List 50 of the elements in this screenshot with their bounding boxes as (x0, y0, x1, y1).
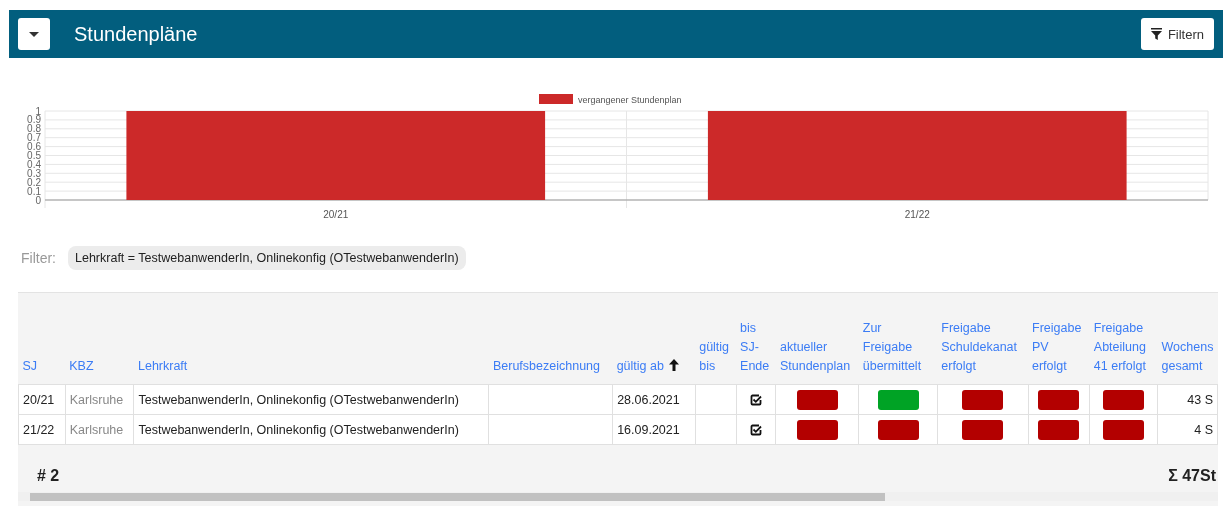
legend-item: vergangener Stundenplan (539, 94, 682, 105)
column-header[interactable]: Freigabe Schuldekanat erfolgt (941, 319, 1024, 376)
horizontal-scrollbar[interactable] (18, 492, 1218, 501)
column-header[interactable]: KBZ (69, 357, 94, 376)
y-tick-label: 0 (35, 194, 41, 206)
row-count: # 2 (37, 467, 60, 485)
y-tick-label: 0.2 (27, 176, 41, 188)
y-tick-label: 0.4 (27, 158, 41, 170)
table-cell-text: 43 S (1187, 392, 1213, 407)
table-cell-text: Karlsruhe (69, 422, 124, 437)
table-cell-text: 20/21 (23, 392, 55, 407)
y-tick-label: 0.8 (27, 123, 41, 135)
column-header[interactable]: SJ (22, 357, 38, 376)
page-title: Stundenpläne (74, 22, 199, 46)
table-cell-text: TestwebanwenderIn, Onlinekonfig (OTestwebanwenderIn) (138, 392, 459, 407)
table-cell-text: Karlsruhe (69, 392, 124, 407)
table-cell-text: 16.09.2021 (617, 422, 680, 437)
y-tick-label: 0.9 (27, 114, 41, 126)
column-header[interactable]: Wochens gesamt (1161, 338, 1214, 376)
column-header[interactable]: Zur Freigabe übermittelt (862, 319, 934, 376)
column-header[interactable]: gültig bis (699, 338, 733, 376)
column-header[interactable]: Lehrkraft (138, 357, 188, 376)
column-header[interactable]: Freigabe PV erfolgt (1032, 319, 1086, 376)
x-tick-label: 21/22 (904, 209, 930, 220)
column-header[interactable]: bis SJ-Ende (740, 319, 772, 376)
caret-icon (29, 31, 39, 37)
table-cell-text: TestwebanwenderIn, Onlinekonfig (OTestwebanwenderIn) (138, 422, 459, 437)
filter-icon (1150, 28, 1162, 40)
x-tick-label: 20/21 (323, 209, 349, 220)
table-cell-text: 28.06.2021 (617, 392, 680, 407)
dropdown-button[interactable] (18, 18, 50, 50)
scrollbar-thumb[interactable] (30, 493, 885, 501)
sum-total: Σ 47St (1168, 467, 1216, 485)
sort-arrow-icon (668, 359, 679, 371)
column-header[interactable]: aktueller Stundenplan (779, 338, 855, 376)
table-cell-text: 21/22 (23, 422, 55, 437)
filter-button[interactable]: Filtern (1140, 18, 1214, 50)
column-header[interactable]: Freigabe Abteilung 41 erfolgt (1093, 319, 1154, 376)
column-header[interactable]: Berufsbezeichnung (492, 357, 600, 376)
y-tick-label: 0.5 (27, 150, 41, 161)
column-header[interactable]: gültig ab (616, 357, 679, 376)
y-tick-label: 0.3 (27, 167, 41, 179)
filter-label: Filter: (21, 250, 56, 266)
y-tick-label: 0.6 (27, 141, 41, 153)
legend-label: vergangener Stundenplan (578, 95, 682, 105)
y-tick-label: 0.7 (27, 132, 41, 144)
filter-chip[interactable]: Lehrkraft = TestwebanwenderIn, Onlinekonfig (OTestwebanwenderIn) (68, 246, 466, 270)
y-tick-label: 1 (35, 105, 41, 117)
y-tick-label: 0.1 (27, 185, 41, 197)
table-cell-text: 4 S (1194, 422, 1213, 437)
